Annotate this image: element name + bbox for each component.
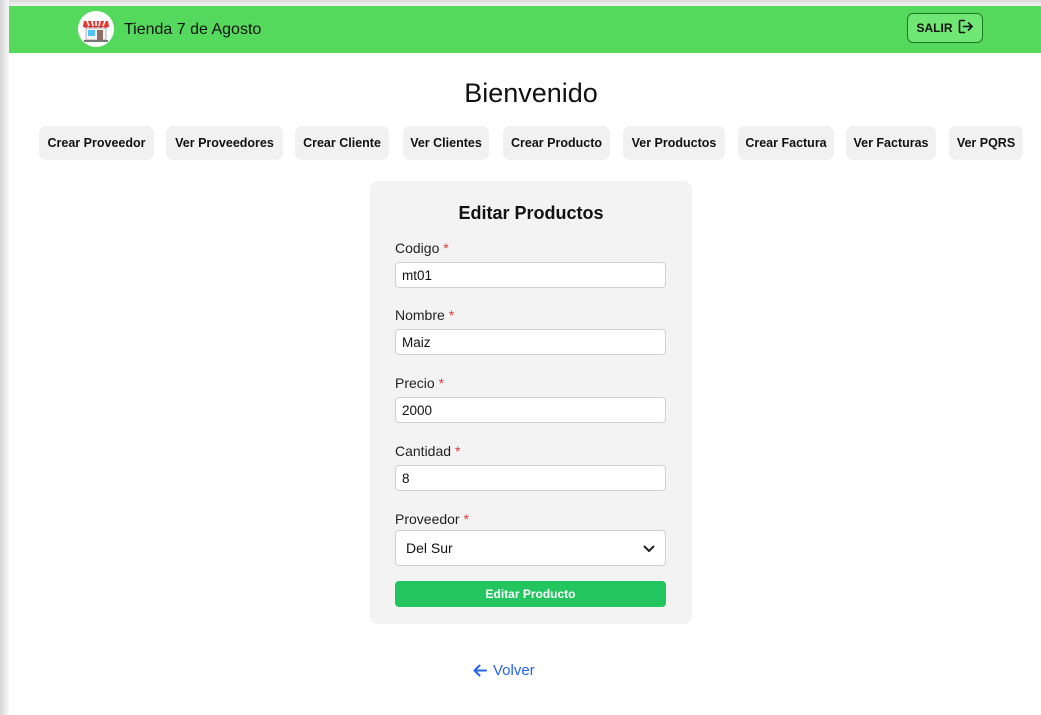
back-label: Volver xyxy=(493,662,535,679)
required-mark: * xyxy=(463,511,469,527)
precio-input[interactable] xyxy=(395,397,666,423)
nombre-label: Nombre * xyxy=(395,307,455,323)
proveedor-select[interactable]: Del Sur xyxy=(395,530,666,566)
logout-button[interactable]: SALIR xyxy=(907,13,983,43)
arrow-left-icon xyxy=(473,664,487,677)
store-logo-icon[interactable] xyxy=(78,11,114,47)
menu-ver-facturas-button[interactable]: Ver Facturas xyxy=(846,126,936,160)
edit-product-form: Editar Productos Codigo * Nombre * Preci… xyxy=(370,181,692,624)
proveedor-label: Proveedor * xyxy=(395,511,469,527)
brand-name: Tienda 7 de Agosto xyxy=(124,21,262,38)
page-title: Bienvenido xyxy=(464,78,598,108)
top-navbar: Tienda 7 de Agosto SALIR xyxy=(9,6,1041,53)
cantidad-label: Cantidad * xyxy=(395,443,461,459)
menu-ver-pqrs-button[interactable]: Ver PQRS xyxy=(949,126,1023,160)
required-mark: * xyxy=(454,443,461,459)
required-mark: * xyxy=(448,307,455,323)
cantidad-input[interactable] xyxy=(395,465,666,491)
form-title: Editar Productos xyxy=(458,203,604,223)
required-mark: * xyxy=(438,375,445,391)
app-window: Tienda 7 de Agosto SALIR Bienvenido Crea… xyxy=(0,0,1041,715)
codigo-input[interactable] xyxy=(395,262,666,288)
precio-label: Precio * xyxy=(395,375,445,391)
chevron-down-icon xyxy=(643,540,655,556)
menu-ver-clientes-button[interactable]: Ver Clientes xyxy=(403,126,489,160)
menu-ver-productos-button[interactable]: Ver Productos xyxy=(623,126,725,160)
menu-crear-producto-button[interactable]: Crear Producto xyxy=(503,126,610,160)
required-mark: * xyxy=(443,240,449,256)
menu-crear-factura-button[interactable]: Crear Factura xyxy=(738,126,834,160)
menu-crear-proveedor-button[interactable]: Crear Proveedor xyxy=(39,126,154,160)
menu-ver-proveedores-button[interactable]: Ver Proveedores xyxy=(166,126,283,160)
edit-product-button[interactable]: Editar Producto xyxy=(395,581,666,607)
proveedor-selected-value: Del Sur xyxy=(406,540,453,556)
back-link[interactable]: Volver xyxy=(473,662,535,679)
logout-icon xyxy=(958,19,974,37)
nombre-input[interactable] xyxy=(395,329,666,355)
menu-crear-cliente-button[interactable]: Crear Cliente xyxy=(295,126,389,160)
codigo-label: Codigo * xyxy=(395,240,449,256)
logout-label: SALIR xyxy=(916,21,953,35)
